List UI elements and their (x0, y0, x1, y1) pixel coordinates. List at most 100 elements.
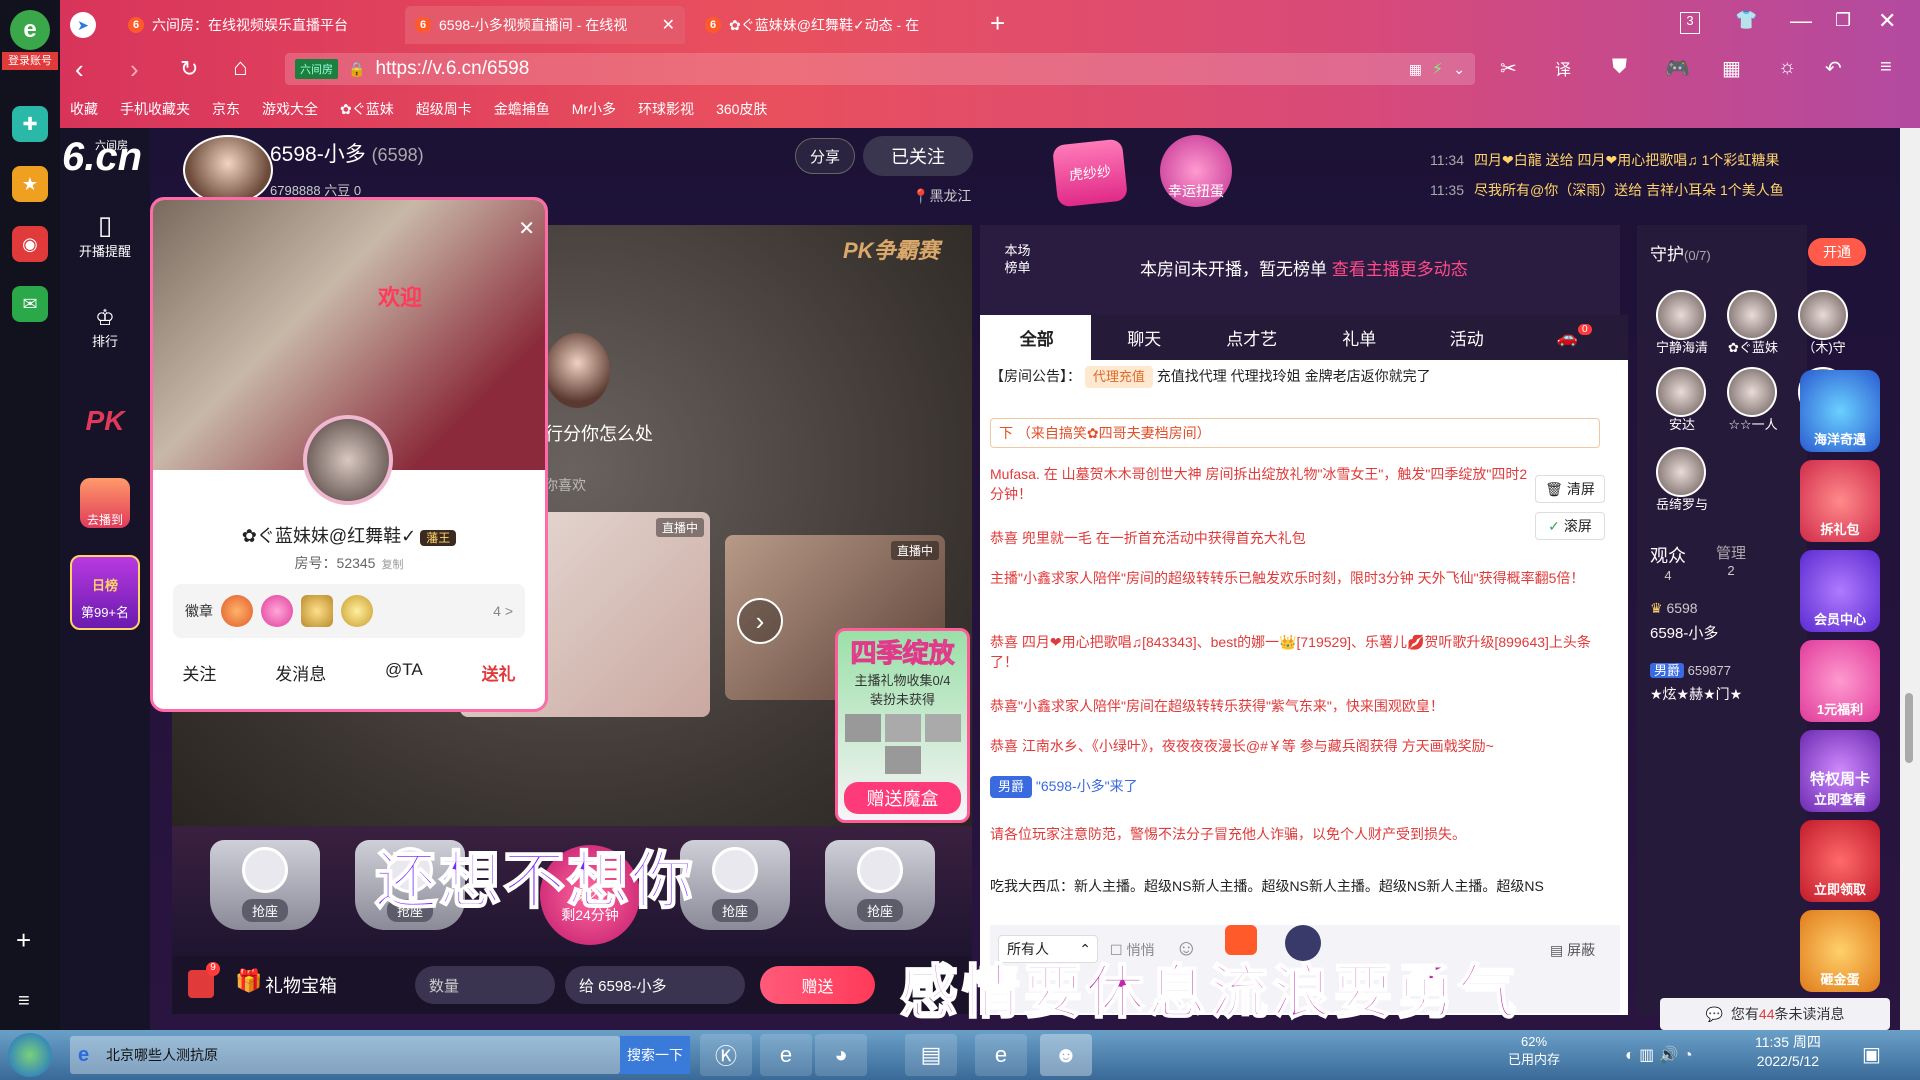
memory-indicator[interactable]: 62% 已用内存 (1508, 1033, 1560, 1069)
user-name[interactable]: ★炫★赫★门★ (1650, 684, 1742, 704)
translate-icon[interactable]: 译 (1555, 56, 1571, 80)
season-event-card[interactable]: 四季绽放 主播礼物收集0/4 装扮未获得 赠送魔盒 (835, 628, 970, 823)
event-logo[interactable]: 虎纱纱 (1051, 138, 1129, 208)
tab-live-room[interactable]: 6 6598-小多视频直播间 - 在线视 ✕ (405, 6, 685, 44)
apps-icon[interactable]: ✚ (12, 106, 48, 142)
quantity-input[interactable]: 数量 (415, 966, 555, 1004)
gift-box-icon[interactable]: 🎁 (235, 968, 262, 994)
bookmark-item[interactable]: 手机收藏夹 (120, 99, 190, 119)
new-tab-icon[interactable]: + (990, 8, 1005, 39)
next-arrow-icon[interactable]: › (737, 598, 783, 644)
ie-browser-icon[interactable]: e (760, 1034, 812, 1076)
360-browser-icon[interactable]: e (975, 1034, 1027, 1076)
bookmark-item[interactable]: 环球影视 (638, 99, 694, 119)
privilege-card-promo[interactable]: 特权周卡 立即查看 (1800, 730, 1880, 812)
tray-icons[interactable]: ◐ ▥ 🔊 ◔ (1625, 1045, 1693, 1065)
gift-box-label[interactable]: 礼物宝箱 (265, 972, 337, 998)
tab-all[interactable]: 全部 (983, 315, 1091, 360)
add-icon[interactable]: + (16, 925, 31, 956)
start-button[interactable] (8, 1033, 52, 1077)
clock[interactable]: 11:35 周四 2022/5/12 (1755, 1033, 1821, 1071)
seat-slot[interactable]: 抢座 (825, 840, 935, 930)
cut-icon[interactable]: ✂ (1500, 56, 1517, 81)
guard-avatar[interactable] (1656, 290, 1706, 340)
home-icon[interactable]: ⌂ (233, 54, 248, 82)
send-magic-box-button[interactable]: 赠送魔盒 (844, 782, 961, 814)
tab-count-badge[interactable]: 3 (1680, 12, 1700, 34)
unread-messages[interactable]: 💬 您有 44 条未读消息 (1660, 998, 1890, 1030)
guard-avatar[interactable] (1656, 367, 1706, 417)
tab-audience[interactable]: 观众 4 (1650, 542, 1686, 583)
bookmark-item[interactable]: 360皮肤 (716, 99, 767, 119)
vip-center-promo[interactable]: 会员中心 (1800, 550, 1880, 632)
audience-row[interactable]: ♛ 6598 (1650, 600, 1698, 617)
restore-icon[interactable]: ❐ (1835, 10, 1851, 31)
user-profile-card[interactable]: 欢迎 ✕ ✿ぐ蓝妹妹@红舞鞋✓ 藩王 房号：52345 复制 徽章 4 > 关注 发… (150, 197, 548, 712)
tab-gift-list[interactable]: 礼单 (1306, 315, 1414, 360)
one-yuan-promo[interactable]: 1元福利 (1800, 640, 1880, 722)
lucky-egg-button[interactable]: 幸运扭蛋 (1160, 135, 1232, 207)
rail-live-reminder[interactable]: ▯ 开播提醒 (60, 210, 150, 260)
address-bar[interactable]: 六间房 🔒 https://v.6.cn/6598 ▦ ⚡ ⌄ (285, 53, 1475, 85)
close-icon[interactable]: ✕ (518, 216, 535, 241)
bookmark-item[interactable]: 收藏 (70, 99, 98, 119)
anchor-avatar[interactable] (183, 135, 273, 205)
app-icon[interactable]: ☻ (1040, 1034, 1092, 1076)
rail-promo[interactable]: 去播到 (60, 478, 150, 528)
shirt-icon[interactable]: 👕 (1735, 10, 1757, 31)
golden-egg-promo[interactable]: 砸金蛋 (1800, 910, 1880, 992)
copy-link[interactable]: 复制 (381, 559, 403, 571)
login-button[interactable]: 登录账号 (2, 52, 58, 70)
chrome-icon[interactable]: ◕ (815, 1034, 867, 1076)
tab-managers[interactable]: 管理 2 (1716, 542, 1746, 583)
qr-icon[interactable]: ▦ (1409, 61, 1422, 78)
undo-icon[interactable]: ↶ (1825, 56, 1842, 81)
message-link[interactable]: 发消息 (275, 660, 326, 685)
refresh-icon[interactable]: ↻ (180, 56, 198, 82)
url-text[interactable]: https://v.6.cn/6598 (375, 58, 529, 80)
game-icon[interactable]: 🎮 (1665, 56, 1690, 81)
close-tab-icon[interactable]: ✕ (662, 15, 675, 35)
taskbar-search-box[interactable]: e 北京哪些人测抗原 (70, 1036, 620, 1074)
open-guard-button[interactable]: 开通 (1808, 238, 1866, 266)
menu-list-icon[interactable]: ≡ (18, 990, 30, 1013)
tab-car[interactable]: 🚗 0 (1521, 315, 1629, 360)
share-button[interactable]: 分享 (795, 138, 855, 174)
minimize-icon[interactable]: — (1790, 8, 1812, 34)
bookmark-item[interactable]: 超级周卡 (416, 99, 472, 119)
follow-link[interactable]: 关注 (182, 660, 216, 685)
folder-icon[interactable]: ▤ (905, 1034, 957, 1076)
guard-avatar[interactable] (1727, 290, 1777, 340)
close-window-icon[interactable]: ✕ (1878, 8, 1896, 34)
rank-toggle[interactable]: 本场榜单 (1000, 242, 1035, 276)
seat-slot[interactable]: 抢座 (210, 840, 320, 930)
mention-link[interactable]: @TA (385, 660, 423, 685)
forward-icon[interactable]: › (130, 54, 139, 85)
shield-icon[interactable]: ⛊ (1612, 56, 1627, 79)
theme-icon[interactable]: ☼ (1778, 56, 1796, 79)
search-button[interactable]: 搜索一下 (620, 1036, 690, 1074)
weibo-icon[interactable]: ◉ (12, 226, 48, 262)
unpack-gift-promo[interactable]: 拆礼包 (1800, 460, 1880, 542)
guard-avatar[interactable] (1656, 447, 1706, 497)
audience-row[interactable]: 男爵 659877 (1650, 660, 1731, 679)
mail-icon[interactable]: ✉ (12, 286, 48, 322)
medal-row[interactable]: 徽章 4 > (173, 584, 525, 638)
bookmark-item[interactable]: ✿ぐ蓝妹 (340, 99, 394, 119)
ocean-promo[interactable]: 海洋奇遇 (1800, 370, 1880, 452)
scroll-screen-button[interactable]: ✓ 滚屏 (1535, 512, 1605, 540)
user-name[interactable]: 6598-小多 (1650, 622, 1718, 643)
site-logo[interactable]: 6.cn (62, 135, 142, 180)
guard-avatar[interactable] (1798, 290, 1848, 340)
send-icon[interactable]: ➤ (70, 12, 96, 38)
anchor-dynamics-link[interactable]: 查看主播更多动态 (1332, 260, 1468, 279)
tab-talent[interactable]: 点才艺 (1198, 315, 1306, 360)
daily-rank-badge[interactable]: 日榜 第99+名 (70, 555, 140, 630)
send-gift-button[interactable]: 赠送 (760, 966, 875, 1004)
clear-screen-button[interactable]: 🗑 清屏 (1535, 475, 1605, 503)
anchor-thumbnail[interactable] (545, 333, 610, 408)
lightning-icon[interactable]: ⚡ (1432, 59, 1443, 79)
menu-icon[interactable]: ≡ (1880, 56, 1892, 79)
bookmark-item[interactable]: 游戏大全 (262, 99, 318, 119)
block-toggle[interactable]: ▤ 屏蔽 (1550, 940, 1595, 960)
